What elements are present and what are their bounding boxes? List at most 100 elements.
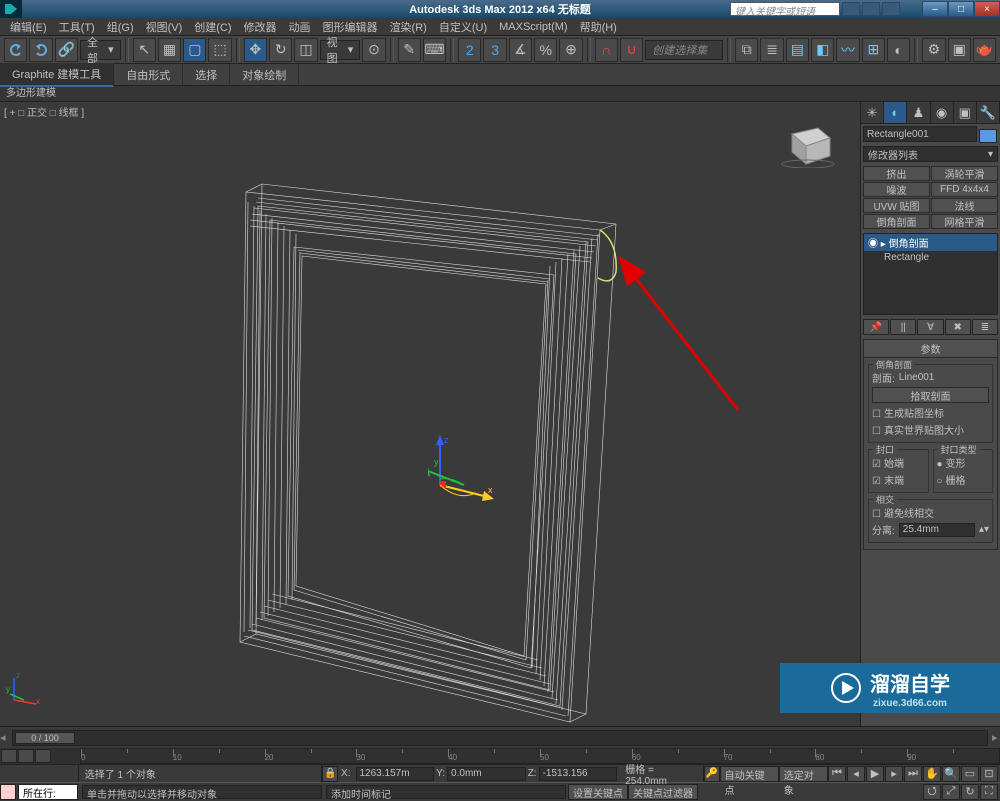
modbtn-extrude[interactable]: 挤出: [863, 166, 930, 181]
menu-graph[interactable]: 图形编辑器: [317, 19, 384, 35]
menu-view[interactable]: 视图(V): [140, 19, 189, 35]
fav-icon[interactable]: [862, 2, 880, 16]
stack-show[interactable]: ||: [890, 319, 916, 335]
modifier-list-dropdown[interactable]: 修改器列表▾: [863, 146, 998, 162]
nav-orbit-button[interactable]: ⭯: [923, 784, 941, 800]
menu-render[interactable]: 渲染(R): [384, 19, 433, 35]
ribbon-tab-graphite[interactable]: Graphite 建模工具: [0, 63, 114, 87]
stack-item-rectangle[interactable]: Rectangle: [864, 251, 997, 264]
view-cube[interactable]: [778, 116, 838, 168]
script-mini[interactable]: [0, 765, 79, 782]
setkey-button[interactable]: 设置关键点: [568, 784, 628, 800]
menu-script[interactable]: MAXScript(M): [493, 21, 573, 33]
modbtn-turbosmooth[interactable]: 涡轮平滑: [931, 166, 998, 181]
ribbon-tab-freeform[interactable]: 自由形式: [114, 64, 183, 86]
cmdtab-hierarchy[interactable]: ♟: [907, 102, 930, 123]
align-button[interactable]: ≣: [760, 38, 783, 62]
gen-map-checkbox[interactable]: 生成贴图坐标: [872, 405, 944, 420]
layers-button[interactable]: ▤: [786, 38, 809, 62]
select-button[interactable]: ↖: [133, 38, 156, 62]
nav-dolly-button[interactable]: ⤢: [942, 784, 960, 800]
stack-item-bevelprofile[interactable]: ◉ ▸ 倒角剖面: [864, 234, 997, 251]
time-tag-prompt[interactable]: 添加时间标记: [326, 785, 566, 799]
track-ruler[interactable]: 0102030405060708090100: [80, 748, 1000, 764]
nav-zoomall-button[interactable]: ⊡: [980, 766, 998, 782]
pick-profile-button[interactable]: 拾取剖面: [872, 387, 989, 403]
cmdtab-utils[interactable]: 🔧: [977, 102, 1000, 123]
cmdtab-modify[interactable]: ◐: [884, 102, 907, 123]
rollout-head-params[interactable]: 参数: [864, 340, 997, 358]
window-cross-button[interactable]: ⬚: [208, 38, 231, 62]
modbtn-normal[interactable]: 法线: [931, 198, 998, 213]
prev-frame-button[interactable]: ◂: [847, 766, 865, 782]
lock-selection-button[interactable]: 🔒: [322, 766, 338, 782]
listener-indicator[interactable]: [0, 784, 16, 800]
nav-roll-button[interactable]: ↻: [961, 784, 979, 800]
stack-config[interactable]: ≣: [972, 319, 998, 335]
cmdtab-display[interactable]: ▣: [954, 102, 977, 123]
magnet-u-button[interactable]: ∩: [595, 38, 618, 62]
spinner-snap-button[interactable]: ⊕: [559, 38, 582, 62]
viewport[interactable]: [ + □ 正交 □ 线框 ]: [0, 102, 860, 726]
modbtn-ffd[interactable]: FFD 4x4x4: [931, 182, 998, 197]
coord-z-field[interactable]: -1513.156: [539, 767, 618, 781]
menu-custom[interactable]: 自定义(U): [433, 19, 493, 35]
object-name-field[interactable]: Rectangle001: [863, 126, 977, 142]
modbtn-uvw[interactable]: UVW 贴图: [863, 198, 930, 213]
menu-modify[interactable]: 修改器: [238, 19, 283, 35]
nav-maxview-button[interactable]: ⛶: [980, 784, 998, 800]
refcoord-combo[interactable]: 视图 ▾: [320, 40, 361, 60]
autokey-button[interactable]: 自动关键点: [720, 766, 779, 782]
rotate-button[interactable]: ↻: [269, 38, 292, 62]
angle-snap-button[interactable]: ∡: [509, 38, 532, 62]
percent-snap-button[interactable]: %: [534, 38, 557, 62]
keyboard-button[interactable]: ⌨: [423, 38, 446, 62]
nav-fov-button[interactable]: ▭: [961, 766, 979, 782]
modbtn-noise[interactable]: 噪波: [863, 182, 930, 197]
trackbar-btn2[interactable]: [18, 749, 34, 763]
manip-button[interactable]: ✎: [398, 38, 421, 62]
schematic-button[interactable]: ⊞: [862, 38, 885, 62]
search-input[interactable]: 键入关键字或短语: [730, 2, 840, 16]
real-world-checkbox[interactable]: 真实世界贴图大小: [872, 422, 964, 437]
trackbar-btn1[interactable]: [1, 749, 17, 763]
move-button[interactable]: ✥: [244, 38, 267, 62]
select-name-button[interactable]: ▦: [158, 38, 181, 62]
ribbon-tab-select[interactable]: 选择: [183, 64, 230, 86]
nav-pan-button[interactable]: ✋: [923, 766, 941, 782]
graphite-button[interactable]: ◧: [811, 38, 834, 62]
menu-help[interactable]: 帮助(H): [574, 19, 623, 35]
time-slider-thumb[interactable]: 0 / 100: [15, 732, 75, 744]
maximize-button[interactable]: □: [948, 1, 974, 17]
script-listener[interactable]: 所在行:: [18, 784, 78, 800]
link-button[interactable]: 🔗: [55, 38, 78, 62]
menu-edit[interactable]: 编辑(E): [4, 19, 53, 35]
cap-start-checkbox[interactable]: 始端: [872, 455, 904, 470]
info-icon[interactable]: [882, 2, 900, 16]
render-setup-button[interactable]: ⚙: [922, 38, 945, 62]
captype-grid-radio[interactable]: 栅格: [937, 472, 966, 487]
close-button[interactable]: ×: [974, 1, 1000, 17]
render-frame-button[interactable]: ▣: [948, 38, 971, 62]
nav-zoom-button[interactable]: 🔍: [942, 766, 960, 782]
trackbar-btn3[interactable]: [35, 749, 51, 763]
modbtn-meshsmooth[interactable]: 网格平滑: [931, 214, 998, 229]
select-rect-button[interactable]: ▢: [183, 38, 206, 62]
filter-combo[interactable]: 全部 ▾: [80, 40, 121, 60]
spinner-arrows-icon[interactable]: ▴▾: [979, 524, 989, 535]
modifier-stack[interactable]: ◉ ▸ 倒角剖面 Rectangle: [863, 233, 998, 315]
time-slider[interactable]: 0 / 100: [12, 730, 988, 746]
key-icon[interactable]: 🔑: [704, 766, 720, 782]
goto-start-button[interactable]: ⏮: [828, 766, 846, 782]
cap-end-checkbox[interactable]: 末端: [872, 472, 904, 487]
selected-combo[interactable]: 选定对象: [779, 766, 828, 782]
stack-remove[interactable]: ✖: [945, 319, 971, 335]
keyfilter-button[interactable]: 关键点过滤器: [628, 784, 698, 800]
coord-y-field[interactable]: 0.0mm: [447, 767, 526, 781]
cmdtab-create[interactable]: ✳: [861, 102, 884, 123]
mirror-button[interactable]: ⧉: [735, 38, 758, 62]
cmdtab-motion[interactable]: ◉: [931, 102, 954, 123]
play-button[interactable]: ▶: [866, 766, 884, 782]
curve-editor-button[interactable]: 〰: [836, 38, 859, 62]
ribbon-tab-paint[interactable]: 对象绘制: [230, 64, 299, 86]
